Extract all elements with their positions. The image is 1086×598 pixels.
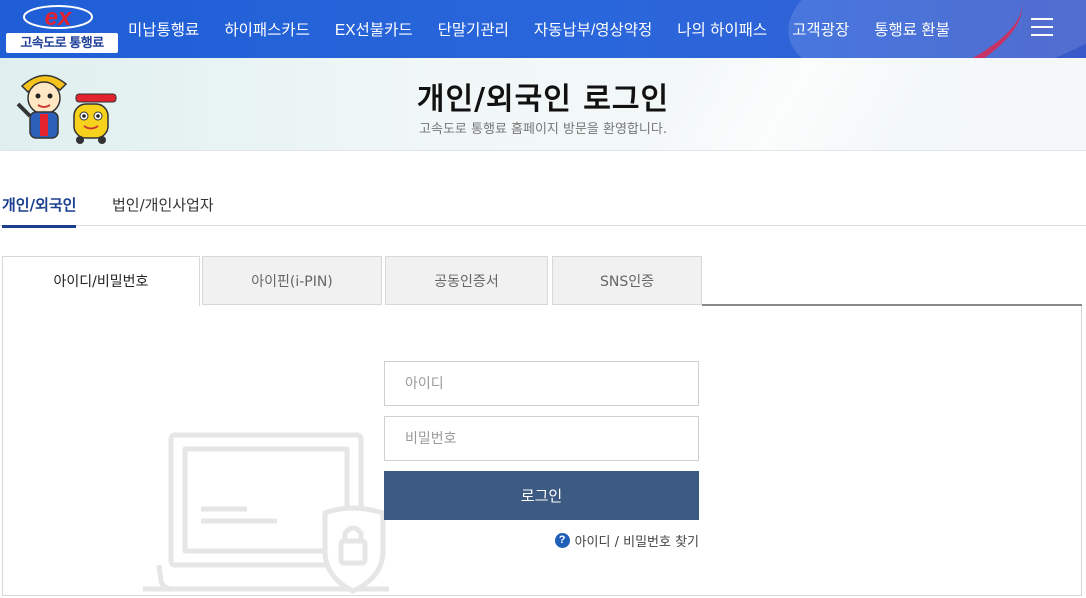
nav-customer-plaza[interactable]: 고객광장 — [792, 18, 849, 40]
id-input[interactable] — [384, 361, 699, 406]
find-id-password-link[interactable]: ? 아이디 / 비밀번호 찾기 — [554, 531, 699, 550]
tab-sns-auth[interactable]: SNS인증 — [552, 256, 702, 305]
nav-toll-refund[interactable]: 통행료 환불 — [874, 18, 950, 40]
nav-terminal-management[interactable]: 단말기관리 — [438, 18, 509, 40]
site-logo[interactable]: ex 고속도로 통행료 — [4, 3, 118, 53]
login-form: 로그인 ? 아이디 / 비밀번호 찾기 — [384, 361, 699, 550]
ex-logo-icon: ex — [23, 4, 93, 31]
help-icon: ? — [554, 533, 570, 548]
top-navigation-bar: ex 고속도로 통행료 미납통행료 하이패스카드 EX선불카드 단말기관리 자동… — [0, 0, 1086, 58]
tab-individual-foreigner[interactable]: 개인/외국인 — [2, 194, 77, 228]
page-title: 개인/외국인 로그인 — [416, 82, 670, 117]
login-method-tabs: 아이디/비밀번호 아이핀(i-PIN) 공동인증서 SNS인증 — [0, 256, 1086, 306]
find-id-password-label: 아이디 / 비밀번호 찾기 — [574, 535, 699, 550]
main-nav: 미납통행료 하이패스카드 EX선불카드 단말기관리 자동납부/영상약정 나의 하… — [128, 0, 975, 58]
nav-ex-prepaid-card[interactable]: EX선불카드 — [335, 18, 413, 40]
nav-hipass-card[interactable]: 하이패스카드 — [224, 18, 310, 40]
hamburger-menu-icon[interactable] — [1031, 18, 1053, 38]
tab-ipin[interactable]: 아이핀(i-PIN) — [202, 256, 382, 305]
page-subtitle: 고속도로 통행료 홈페이지 방문을 환영합니다. — [419, 122, 667, 137]
nav-unpaid-toll[interactable]: 미납통행료 — [128, 18, 199, 40]
user-type-tabs: 개인/외국인 법인/개인사업자 — [0, 188, 1086, 228]
page-banner: 개인/외국인 로그인 고속도로 통행료 홈페이지 방문을 환영합니다. — [0, 58, 1086, 151]
tab-divider — [702, 304, 1082, 306]
tab-joint-certificate[interactable]: 공동인증서 — [385, 256, 548, 305]
nav-my-hipass[interactable]: 나의 하이패스 — [677, 18, 767, 40]
password-input[interactable] — [384, 416, 699, 461]
laptop-security-illustration-icon — [143, 432, 389, 594]
nav-auto-payment[interactable]: 자동납부/영상약정 — [534, 18, 652, 40]
login-button[interactable]: 로그인 — [384, 471, 699, 520]
tab-id-password[interactable]: 아이디/비밀번호 — [2, 256, 200, 306]
logo-text: 고속도로 통행료 — [6, 33, 118, 53]
svg-text:ex: ex — [45, 4, 73, 31]
tab-corporate-business[interactable]: 법인/개인사업자 — [112, 194, 214, 215]
